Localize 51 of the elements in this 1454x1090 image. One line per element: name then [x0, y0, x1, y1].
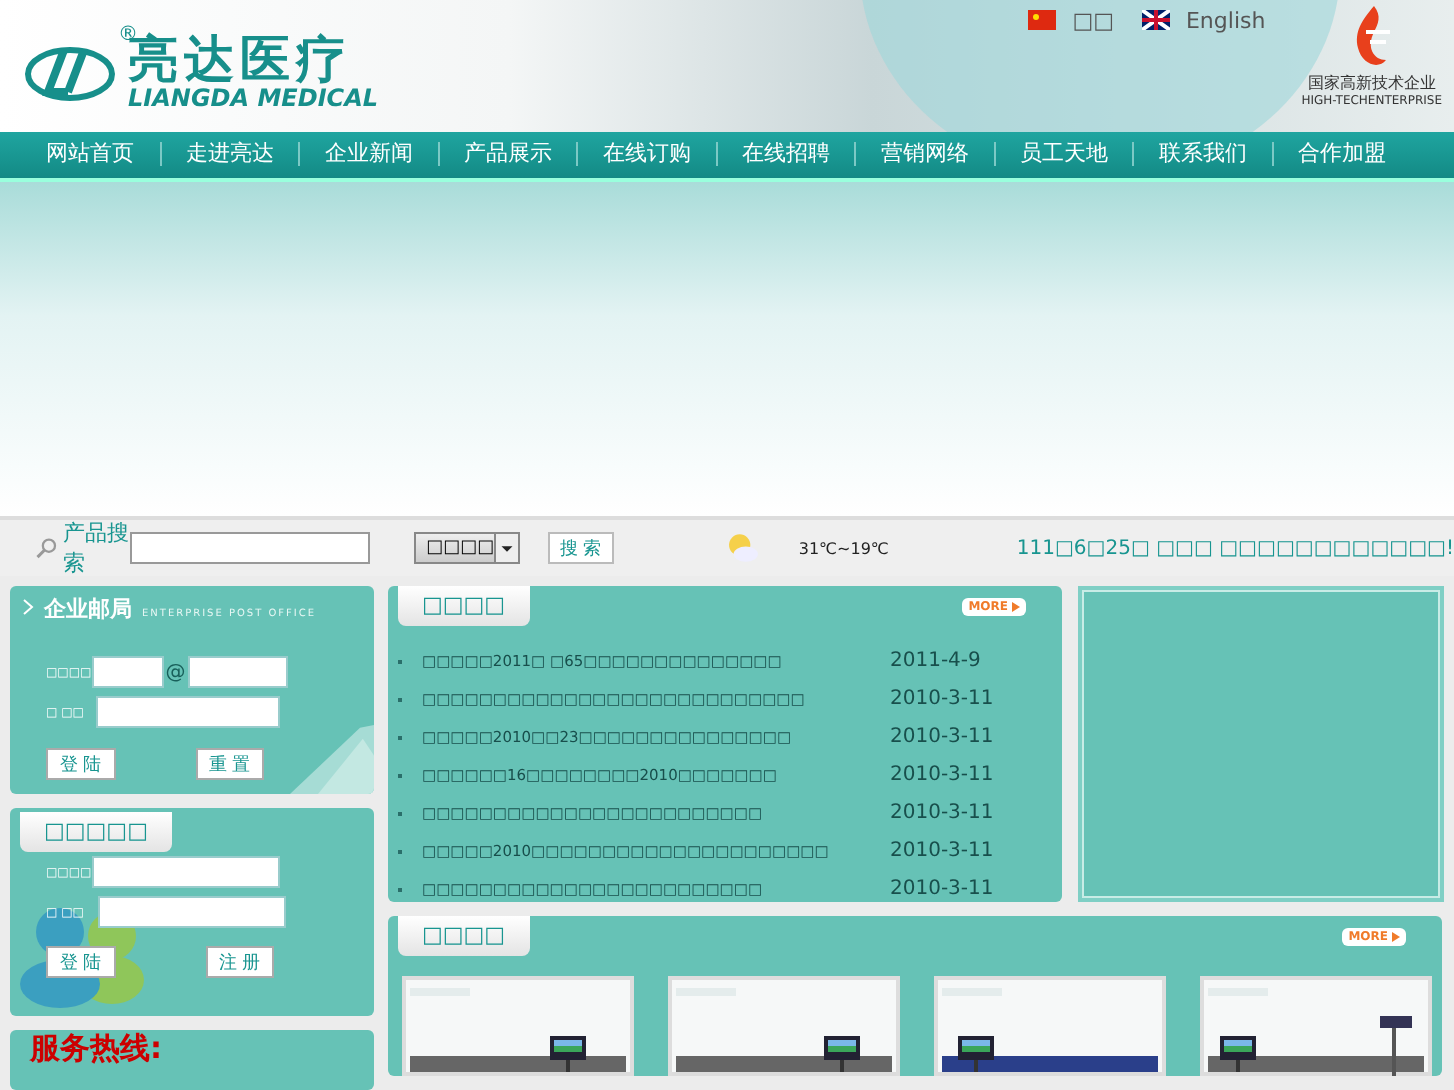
password-field[interactable] — [98, 896, 286, 928]
news-date: 2010-3-11 — [890, 802, 996, 824]
reset-button[interactable]: 重 置 — [195, 748, 265, 780]
news-date: 2010-3-11 — [890, 726, 996, 748]
search-icon — [36, 534, 58, 562]
news-date: 2010-3-11 — [890, 878, 996, 900]
flag-icon — [1028, 10, 1057, 30]
news-date: 2010-3-11 — [890, 688, 996, 710]
search-label: 产品搜索 — [63, 518, 131, 578]
arrow-icon — [1012, 602, 1020, 612]
search-button[interactable]: 搜 索 — [548, 532, 614, 564]
login-button[interactable]: 登 陆 — [46, 946, 116, 978]
username-field[interactable] — [91, 656, 164, 688]
language-link[interactable]: □□ — [1028, 6, 1114, 34]
arrow-icon — [1392, 932, 1400, 942]
logo-subtitle: LIANGDA MEDICAL — [128, 84, 379, 113]
register-button[interactable]: 注 册 — [205, 946, 275, 978]
caret-icon — [494, 534, 519, 562]
news-title: □□□□ — [398, 586, 530, 626]
nav-link[interactable]: 在线招聘 — [715, 142, 854, 167]
weather-icon — [725, 528, 759, 568]
hotline-title: 服务热线: — [30, 1030, 162, 1068]
nav-link[interactable]: 走进亮达 — [159, 142, 298, 167]
notice-text: 111□6□25□ □□□ □□□□□□□□□□□□! — [1016, 537, 1454, 559]
search-field[interactable] — [130, 532, 371, 564]
badge-title: 国家高新技术企业 — [1307, 72, 1436, 94]
nav-link[interactable]: 合作加盟 — [1271, 142, 1410, 167]
news-date: 2010-3-11 — [890, 764, 996, 786]
news-date: 2010-3-11 — [890, 840, 996, 862]
flag-icon — [1141, 10, 1170, 30]
username-field[interactable] — [91, 856, 280, 888]
mail-title: 企业邮局 — [44, 594, 132, 624]
member-title: □□□□□ — [20, 812, 172, 852]
nav-link[interactable]: 网站首页 — [20, 142, 159, 167]
logo-icon — [24, 43, 116, 104]
nav-link[interactable]: 员工天地 — [993, 142, 1132, 167]
nav-link[interactable]: 联系我们 — [1132, 142, 1271, 167]
category-select[interactable]: □□□□ — [414, 532, 521, 564]
nav-link[interactable]: 在线订购 — [576, 142, 715, 167]
products-title: □□□□ — [398, 916, 530, 956]
news-date: 2011-4-9 — [890, 650, 983, 672]
login-button[interactable]: 登 陆 — [46, 748, 116, 780]
password-field[interactable] — [96, 696, 280, 728]
chevron-icon — [22, 598, 34, 616]
nav-link[interactable]: 营销网络 — [854, 142, 993, 167]
temperature-text: 31℃~19℃ — [798, 539, 889, 557]
nav-link[interactable]: 产品展示 — [437, 142, 576, 167]
domain-field[interactable] — [187, 656, 288, 688]
language-link[interactable]: English — [1141, 6, 1266, 34]
at-sign: @ — [165, 661, 186, 683]
nav-link[interactable]: 企业新闻 — [298, 142, 437, 167]
